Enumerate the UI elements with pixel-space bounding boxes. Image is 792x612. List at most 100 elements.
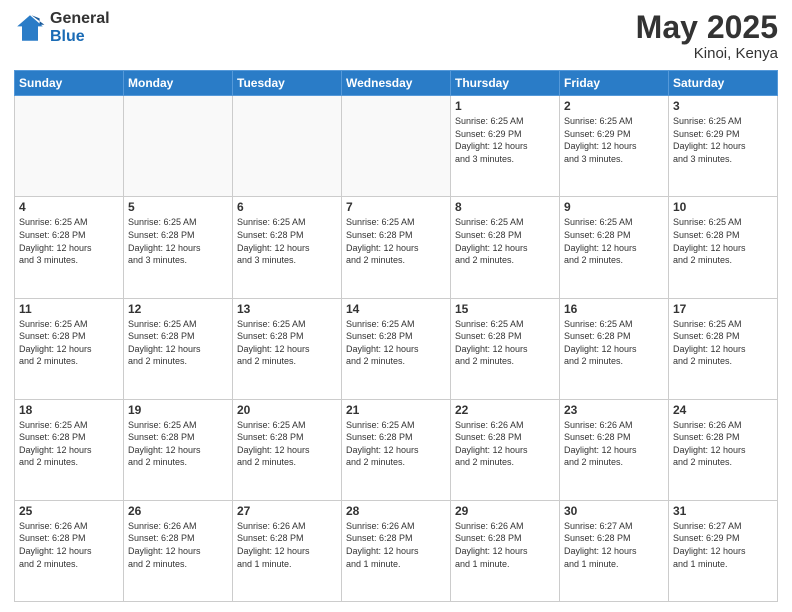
day-number: 19 — [128, 403, 228, 417]
day-info: Sunrise: 6:25 AM Sunset: 6:28 PM Dayligh… — [564, 216, 664, 266]
day-info: Sunrise: 6:25 AM Sunset: 6:28 PM Dayligh… — [237, 419, 337, 469]
day-number: 30 — [564, 504, 664, 518]
day-number: 16 — [564, 302, 664, 316]
day-info: Sunrise: 6:25 AM Sunset: 6:28 PM Dayligh… — [128, 419, 228, 469]
calendar-cell: 18 Sunrise: 6:25 AM Sunset: 6:28 PM Dayli… — [15, 399, 124, 500]
calendar-cell — [233, 96, 342, 197]
day-number: 18 — [19, 403, 119, 417]
logo: General Blue — [14, 10, 110, 45]
logo-icon — [14, 12, 46, 44]
day-number: 1 — [455, 99, 555, 113]
calendar-cell: 6 Sunrise: 6:25 AM Sunset: 6:28 PM Daylig… — [233, 197, 342, 298]
day-number: 7 — [346, 200, 446, 214]
calendar-cell: 13Sunrise: 6:25 AM Sunset: 6:28 PM Dayli… — [233, 298, 342, 399]
calendar-cell: 4 Sunrise: 6:25 AM Sunset: 6:28 PM Daylig… — [15, 197, 124, 298]
day-info: Sunrise: 6:25 AM Sunset: 6:28 PM Dayligh… — [346, 419, 446, 469]
day-number: 6 — [237, 200, 337, 214]
day-info: Sunrise: 6:25 AM Sunset: 6:28 PM Dayligh… — [19, 318, 119, 368]
day-number: 11 — [19, 302, 119, 316]
calendar-cell: 7 Sunrise: 6:25 AM Sunset: 6:28 PM Daylig… — [342, 197, 451, 298]
day-number: 15 — [455, 302, 555, 316]
day-number: 9 — [564, 200, 664, 214]
day-number: 8 — [455, 200, 555, 214]
day-number: 28 — [346, 504, 446, 518]
calendar-cell — [124, 96, 233, 197]
calendar-header-row: SundayMondayTuesdayWednesdayThursdayFrid… — [15, 71, 778, 96]
day-info: Sunrise: 6:25 AM Sunset: 6:28 PM Dayligh… — [237, 216, 337, 266]
day-info: Sunrise: 6:25 AM Sunset: 6:28 PM Dayligh… — [564, 318, 664, 368]
calendar-cell: 25Sunrise: 6:26 AM Sunset: 6:28 PM Dayli… — [15, 500, 124, 601]
day-number: 14 — [346, 302, 446, 316]
day-info: Sunrise: 6:26 AM Sunset: 6:28 PM Dayligh… — [346, 520, 446, 570]
day-number: 21 — [346, 403, 446, 417]
day-info: Sunrise: 6:25 AM Sunset: 6:29 PM Dayligh… — [564, 115, 664, 165]
calendar-table: SundayMondayTuesdayWednesdayThursdayFrid… — [14, 70, 778, 602]
day-number: 23 — [564, 403, 664, 417]
calendar-cell: 26Sunrise: 6:26 AM Sunset: 6:28 PM Dayli… — [124, 500, 233, 601]
calendar-cell: 15 Sunrise: 6:25 AM Sunset: 6:28 PM Dayli… — [451, 298, 560, 399]
day-info: Sunrise: 6:25 AM Sunset: 6:28 PM Dayligh… — [19, 216, 119, 266]
logo-text: General Blue — [50, 10, 110, 45]
day-info: Sunrise: 6:25 AM Sunset: 6:28 PM Dayligh… — [346, 216, 446, 266]
calendar-weekday-header: Friday — [560, 71, 669, 96]
calendar-cell: 16 Sunrise: 6:25 AM Sunset: 6:28 PM Dayli… — [560, 298, 669, 399]
calendar-weekday-header: Saturday — [669, 71, 778, 96]
calendar-cell: 23 Sunrise: 6:26 AM Sunset: 6:28 PM Dayli… — [560, 399, 669, 500]
calendar-cell: 8 Sunrise: 6:25 AM Sunset: 6:28 PM Daylig… — [451, 197, 560, 298]
day-info: Sunrise: 6:26 AM Sunset: 6:28 PM Dayligh… — [564, 419, 664, 469]
calendar-week-row: 11 Sunrise: 6:25 AM Sunset: 6:28 PM Dayli… — [15, 298, 778, 399]
day-info: Sunrise: 6:25 AM Sunset: 6:28 PM Dayligh… — [455, 216, 555, 266]
day-info: Sunrise: 6:25 AM Sunset: 6:28 PM Dayligh… — [455, 318, 555, 368]
day-info: Sunrise: 6:25 AM Sunset: 6:29 PM Dayligh… — [455, 115, 555, 165]
calendar-cell — [15, 96, 124, 197]
calendar-week-row: 1 Sunrise: 6:25 AM Sunset: 6:29 PM Daylig… — [15, 96, 778, 197]
calendar-cell: 28 Sunrise: 6:26 AM Sunset: 6:28 PM Dayli… — [342, 500, 451, 601]
calendar-cell: 2 Sunrise: 6:25 AM Sunset: 6:29 PM Daylig… — [560, 96, 669, 197]
day-info: Sunrise: 6:26 AM Sunset: 6:28 PM Dayligh… — [455, 520, 555, 570]
calendar-cell: 12 Sunrise: 6:25 AM Sunset: 6:28 PM Dayli… — [124, 298, 233, 399]
calendar-weekday-header: Tuesday — [233, 71, 342, 96]
day-number: 12 — [128, 302, 228, 316]
calendar-cell: 30 Sunrise: 6:27 AM Sunset: 6:28 PM Dayli… — [560, 500, 669, 601]
calendar-cell — [342, 96, 451, 197]
calendar-cell: 20 Sunrise: 6:25 AM Sunset: 6:28 PM Dayli… — [233, 399, 342, 500]
day-info: Sunrise: 6:25 AM Sunset: 6:28 PM Dayligh… — [128, 318, 228, 368]
day-number: 3 — [673, 99, 773, 113]
calendar-cell: 29Sunrise: 6:26 AM Sunset: 6:28 PM Dayli… — [451, 500, 560, 601]
calendar-cell: 24 Sunrise: 6:26 AM Sunset: 6:28 PM Dayli… — [669, 399, 778, 500]
calendar-cell: 21 Sunrise: 6:25 AM Sunset: 6:28 PM Dayli… — [342, 399, 451, 500]
calendar-week-row: 4 Sunrise: 6:25 AM Sunset: 6:28 PM Daylig… — [15, 197, 778, 298]
calendar-cell: 10 Sunrise: 6:25 AM Sunset: 6:28 PM Dayli… — [669, 197, 778, 298]
day-number: 2 — [564, 99, 664, 113]
day-number: 10 — [673, 200, 773, 214]
calendar-cell: 19 Sunrise: 6:25 AM Sunset: 6:28 PM Dayli… — [124, 399, 233, 500]
calendar-cell: 17Sunrise: 6:25 AM Sunset: 6:28 PM Dayli… — [669, 298, 778, 399]
calendar-cell: 31Sunrise: 6:27 AM Sunset: 6:29 PM Dayli… — [669, 500, 778, 601]
day-number: 24 — [673, 403, 773, 417]
calendar-cell: 14Sunrise: 6:25 AM Sunset: 6:28 PM Dayli… — [342, 298, 451, 399]
calendar-weekday-header: Wednesday — [342, 71, 451, 96]
day-info: Sunrise: 6:26 AM Sunset: 6:28 PM Dayligh… — [673, 419, 773, 469]
calendar-cell: 3Sunrise: 6:25 AM Sunset: 6:29 PM Daylig… — [669, 96, 778, 197]
calendar-cell: 22Sunrise: 6:26 AM Sunset: 6:28 PM Dayli… — [451, 399, 560, 500]
calendar-week-row: 25 Sunrise: 6:26 AM Sunset: 6:28 PM Dayli… — [15, 500, 778, 601]
calendar-cell: 27Sunrise: 6:26 AM Sunset: 6:28 PM Dayli… — [233, 500, 342, 601]
page: General Blue May 2025 Kinoi, Kenya Sunda… — [0, 0, 792, 612]
title-block: May 2025 Kinoi, Kenya — [636, 10, 778, 62]
logo-blue-text: Blue — [50, 28, 110, 46]
day-number: 26 — [128, 504, 228, 518]
header: General Blue May 2025 Kinoi, Kenya — [14, 10, 778, 62]
main-title: May 2025 — [636, 10, 778, 45]
day-number: 25 — [19, 504, 119, 518]
day-info: Sunrise: 6:26 AM Sunset: 6:28 PM Dayligh… — [237, 520, 337, 570]
day-info: Sunrise: 6:25 AM Sunset: 6:28 PM Dayligh… — [673, 216, 773, 266]
day-number: 13 — [237, 302, 337, 316]
calendar-weekday-header: Monday — [124, 71, 233, 96]
day-number: 20 — [237, 403, 337, 417]
day-info: Sunrise: 6:27 AM Sunset: 6:28 PM Dayligh… — [564, 520, 664, 570]
calendar-cell: 9 Sunrise: 6:25 AM Sunset: 6:28 PM Daylig… — [560, 197, 669, 298]
day-info: Sunrise: 6:25 AM Sunset: 6:28 PM Dayligh… — [19, 419, 119, 469]
day-info: Sunrise: 6:26 AM Sunset: 6:28 PM Dayligh… — [455, 419, 555, 469]
calendar-cell: 11 Sunrise: 6:25 AM Sunset: 6:28 PM Dayli… — [15, 298, 124, 399]
day-number: 4 — [19, 200, 119, 214]
